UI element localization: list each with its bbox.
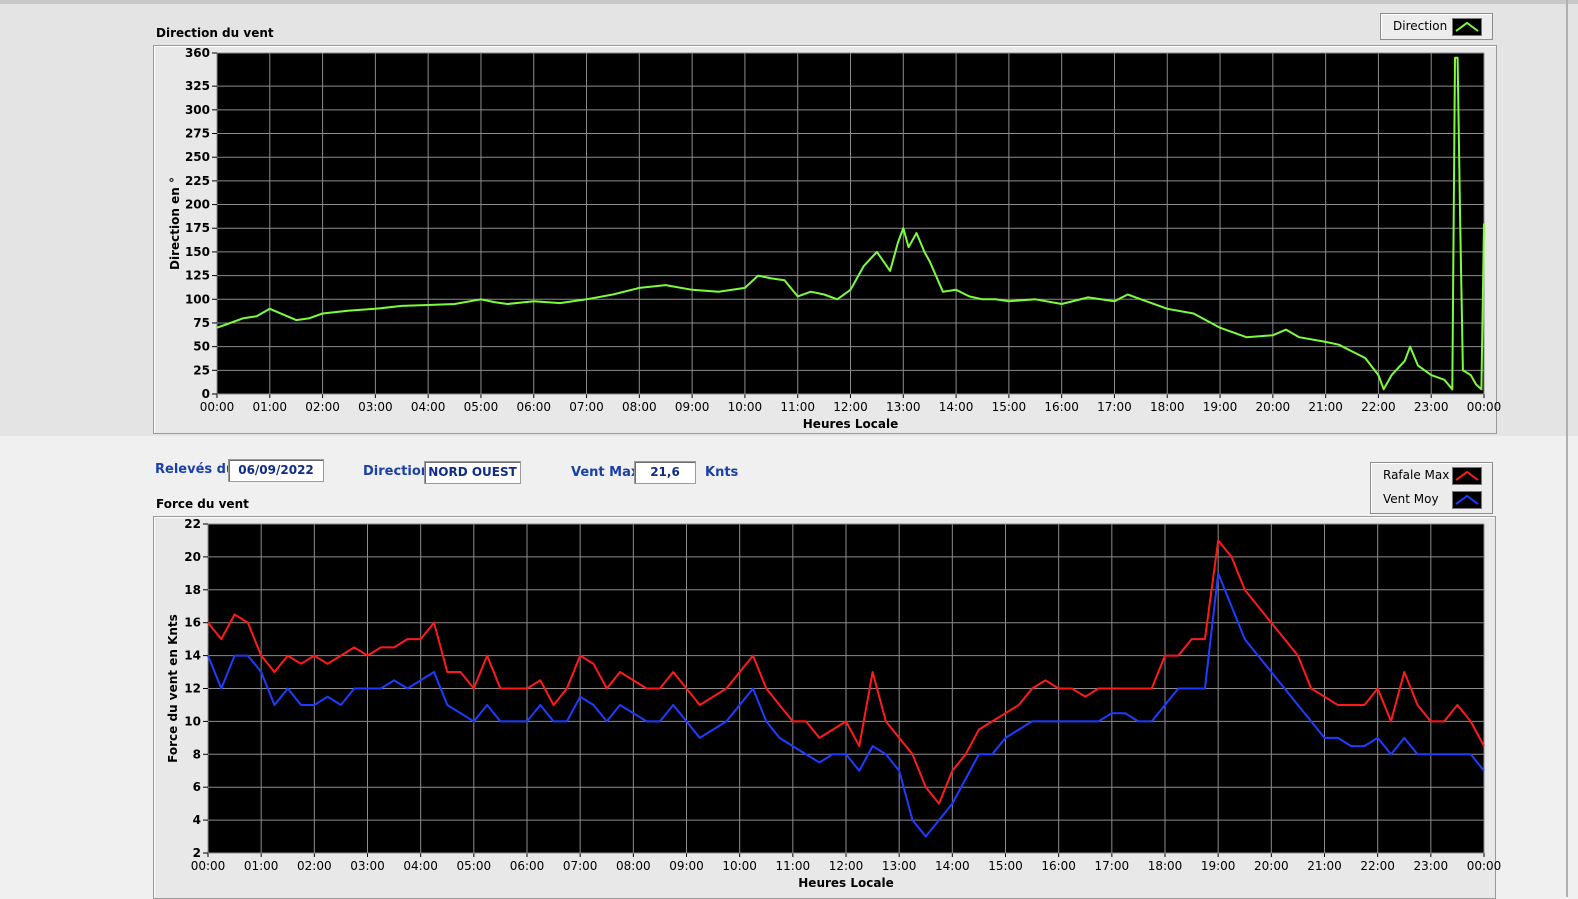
force-legend[interactable]: Rafale Max Vent Moy	[1370, 462, 1493, 514]
force-chart-panel	[153, 516, 1496, 899]
legend-label-direction: Direction	[1393, 19, 1448, 33]
legend-label-rafale: Rafale Max	[1383, 468, 1450, 482]
legend-swatch-vent-moy	[1452, 491, 1482, 509]
legend-label-vent-moy: Vent Moy	[1383, 492, 1439, 506]
direction-chart-title: Direction du vent	[156, 26, 274, 40]
date-label: Relevés du	[155, 462, 236, 477]
legend-swatch-rafale	[1452, 467, 1482, 485]
legend-swatch-direction	[1452, 18, 1482, 36]
force-chart-title: Force du vent	[156, 497, 249, 511]
direction-legend[interactable]: Direction	[1380, 13, 1493, 40]
direction-label: Direction	[363, 464, 431, 479]
vent-max-label: Vent Max	[571, 465, 640, 480]
vent-max-field[interactable]: 21,6	[634, 461, 696, 484]
date-field[interactable]: 06/09/2022	[228, 459, 324, 482]
vent-max-unit: Knts	[705, 465, 739, 480]
direction-field[interactable]: NORD OUEST	[424, 461, 521, 484]
window-edge	[1566, 0, 1568, 897]
direction-chart-panel	[153, 45, 1497, 434]
